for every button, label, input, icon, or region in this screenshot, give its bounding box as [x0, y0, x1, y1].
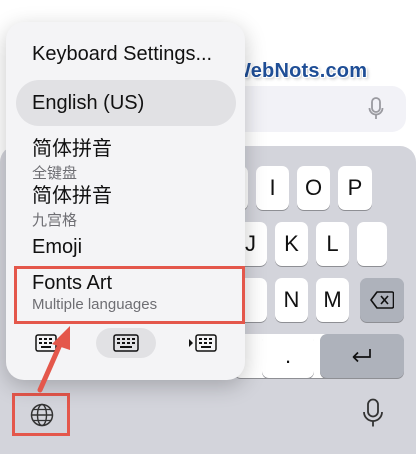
fonts-art-highlight [14, 266, 245, 324]
keyboard-right-icon [189, 334, 217, 352]
key-k[interactable]: K [275, 222, 308, 266]
backspace-key[interactable] [360, 278, 404, 322]
key-partial[interactable] [357, 222, 387, 266]
menu-item-english-us[interactable]: English (US) [32, 92, 144, 115]
key-o[interactable]: O [297, 166, 330, 210]
keyboard-right-button[interactable] [172, 328, 232, 358]
menu-item-emoji[interactable]: Emoji [32, 236, 82, 259]
menu-item-label: English (US) [32, 92, 145, 114]
microphone-icon[interactable] [368, 97, 384, 121]
key-i[interactable]: I [256, 166, 289, 210]
key-m[interactable]: M [316, 278, 349, 322]
keyboard-left-icon [35, 334, 63, 352]
menu-item-label: 简体拼音 [32, 185, 112, 207]
menu-item-keyboard-settings[interactable]: Keyboard Settings... [32, 43, 212, 66]
search-bar[interactable] [236, 86, 406, 132]
globe-key[interactable] [12, 393, 70, 436]
keyboard-switcher-menu: Keyboard Settings... English (US) 简体拼音 全… [6, 22, 245, 380]
menu-item-pinyin-10key[interactable]: 简体拼音 九宫格 [32, 179, 112, 230]
return-icon [352, 349, 371, 363]
keyboard-left-button[interactable] [20, 328, 80, 358]
key-n[interactable]: N [275, 278, 308, 322]
globe-icon [30, 403, 54, 427]
period-key[interactable]: . [262, 334, 314, 378]
key-p[interactable]: P [338, 166, 372, 210]
microphone-icon[interactable] [362, 398, 384, 428]
return-key[interactable] [320, 334, 404, 378]
menu-item-label: Keyboard Settings... [32, 43, 213, 65]
keyboard-icon [113, 334, 139, 352]
menu-item-pinyin-qwerty[interactable]: 简体拼音 全键盘 [32, 132, 112, 183]
menu-item-label: Emoji [32, 236, 83, 258]
key-l[interactable]: L [316, 222, 349, 266]
backspace-icon [370, 291, 394, 309]
keyboard-full-button[interactable] [96, 328, 156, 358]
watermark: WebNots.com [232, 60, 368, 82]
menu-item-label: 简体拼音 [32, 138, 112, 160]
menu-item-sublabel: 九宫格 [32, 212, 78, 229]
